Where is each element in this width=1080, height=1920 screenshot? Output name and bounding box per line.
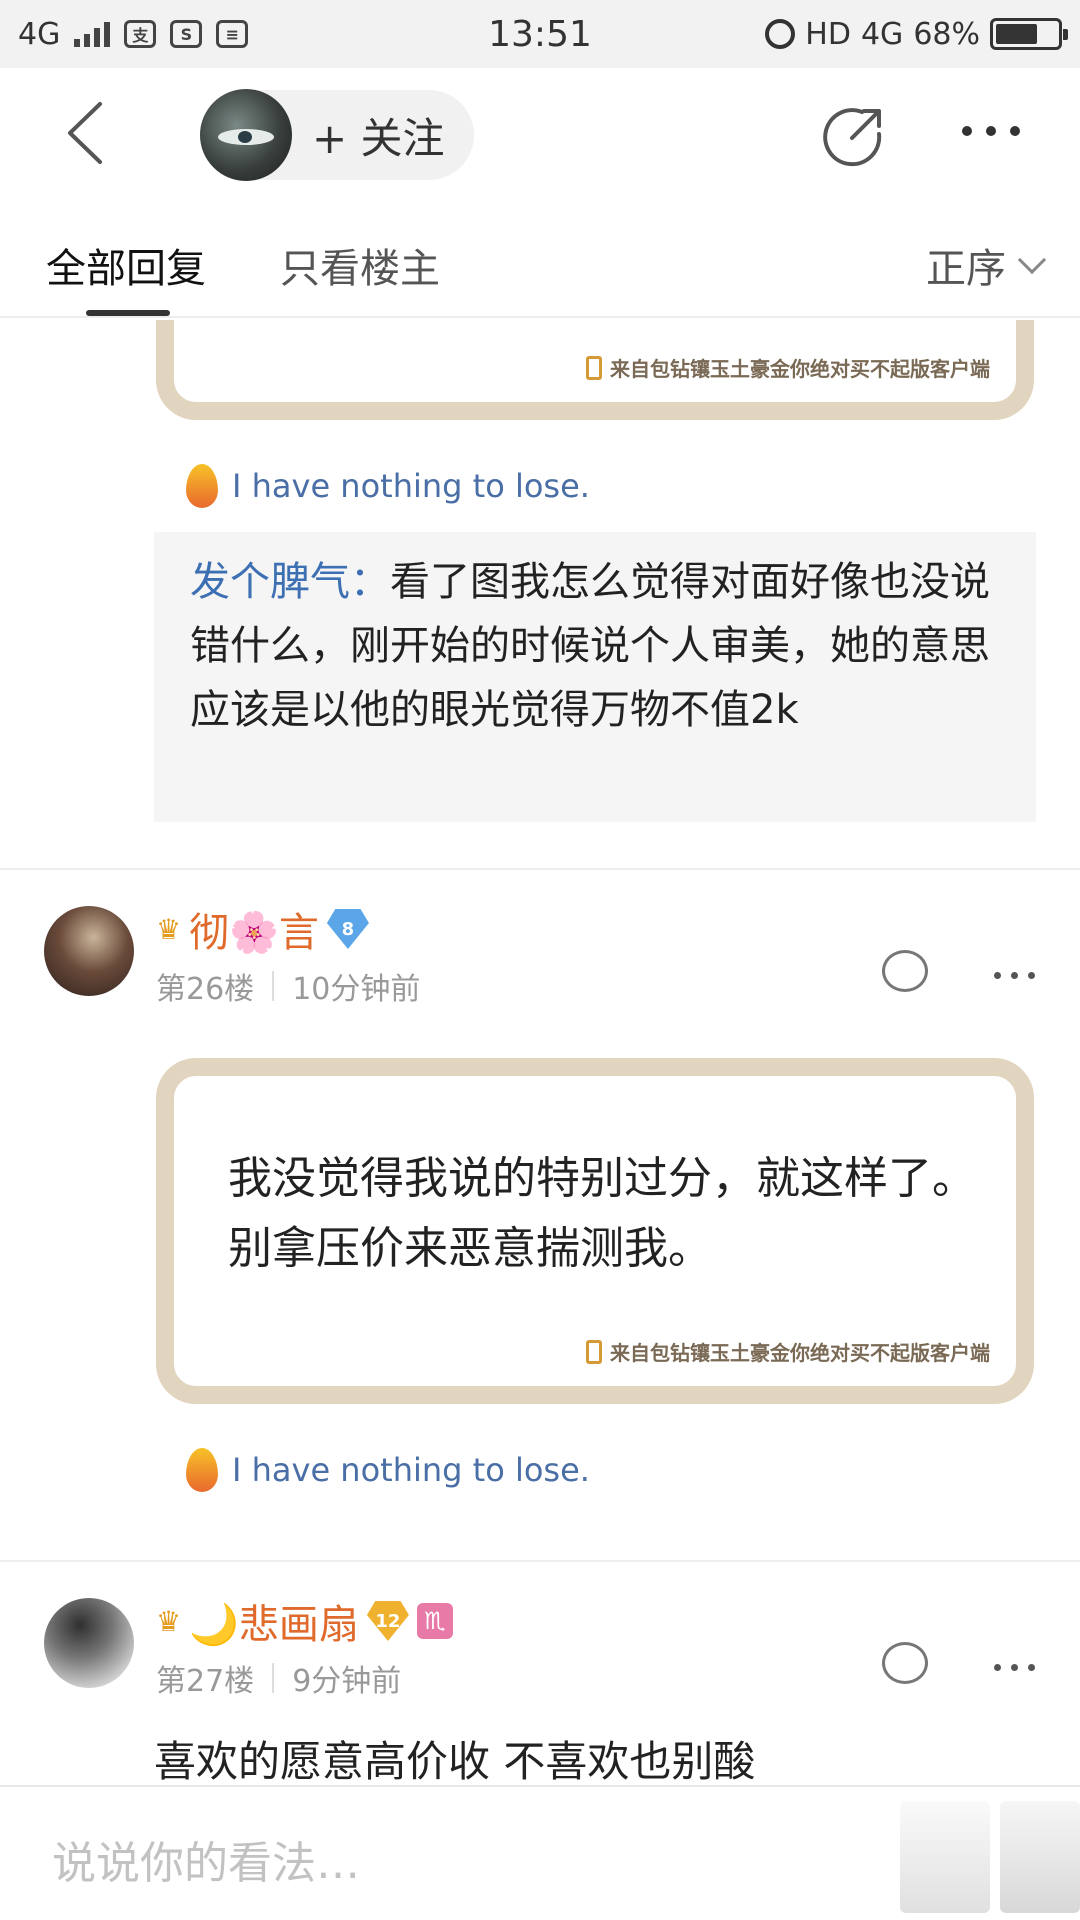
app-notification-icon: 支 (124, 20, 157, 48)
username[interactable]: 🌙悲画扇 (189, 1592, 359, 1650)
signature-text: I have nothing to lose. (232, 467, 590, 505)
divider (0, 868, 1080, 870)
share-icon[interactable] (822, 104, 886, 168)
post-time: 9分钟前 (292, 1664, 402, 1699)
reply-tabs: 全部回复 只看楼主 正序 (0, 200, 1080, 318)
meta-divider (272, 971, 275, 1001)
reply-list[interactable]: 来自包钻镶玉土豪金你绝对买不起版客户端 I have nothing to lo… (0, 320, 1080, 1785)
floor-number: 第26楼 (156, 972, 255, 1007)
hd-label: HD (805, 16, 851, 52)
back-arrow-icon[interactable] (56, 98, 126, 168)
post-more-icon[interactable] (994, 1664, 1035, 1671)
sync-icon: S (170, 20, 203, 48)
client-source: 来自包钻镶玉土豪金你绝对买不起版客户端 (586, 1337, 990, 1366)
sticker-icon[interactable] (900, 1801, 990, 1913)
username-row: ♛ 🌙悲画扇 12 ♏ (156, 1592, 453, 1650)
username-row: ♛ 彻🌸言 8 (156, 900, 369, 958)
tab-all-replies[interactable]: 全部回复 (46, 236, 206, 294)
comment-input[interactable]: 说说你的看法… (52, 1827, 360, 1891)
sticker-icon[interactable] (1000, 1801, 1080, 1913)
author-avatar[interactable] (200, 89, 292, 181)
crown-icon: ♛ (156, 912, 182, 946)
level-badge: 8 (326, 909, 369, 949)
post-text: 我没觉得我说的特别过分，就这样了。别拿压价来恶意揣测我。 (228, 1153, 976, 1274)
chevron-down-icon (1017, 245, 1047, 275)
status-right: HD 4G 68% (765, 16, 1068, 52)
author-follow-pill[interactable]: + 关注 (200, 89, 474, 181)
user-signature: I have nothing to lose. (186, 464, 590, 508)
zodiac-icon: ♏ (416, 1603, 453, 1639)
network-label: 4G (18, 16, 61, 52)
more-menu-icon[interactable] (962, 126, 1020, 136)
battery-fill (996, 24, 1037, 44)
battery-percent: 68% (913, 16, 980, 52)
flame-icon (186, 464, 218, 508)
crown-icon: ♛ (156, 1604, 182, 1638)
client-source: 来自包钻镶玉土豪金你绝对买不起版客户端 (586, 353, 990, 382)
sub-reply-author[interactable]: 发个脾气： (190, 559, 390, 605)
client-source-text: 来自包钻镶玉土豪金你绝对买不起版客户端 (610, 357, 990, 381)
reply-bubble: 来自包钻镶玉土豪金你绝对买不起版客户端 (156, 320, 1034, 420)
sub-reply-box[interactable]: 发个脾气：看了图我怎么觉得对面好像也没说错什么，刚开始的时候说个人审美，她的意思… (154, 532, 1036, 822)
active-tab-indicator (86, 310, 170, 316)
top-nav: + 关注 (0, 68, 1080, 200)
level-badge: 12 (366, 1601, 409, 1641)
avatar[interactable] (44, 1598, 134, 1688)
comment-input-bar: 说说你的看法… (0, 1785, 1080, 1920)
post-header: ♛ 🌙悲画扇 12 ♏ 第27楼 9分钟前 (0, 1592, 1080, 1712)
avatar[interactable] (44, 906, 134, 996)
reply-icon[interactable] (882, 1642, 928, 1684)
post-text: 喜欢的愿意高价收 不喜欢也别酸 (154, 1737, 756, 1785)
flame-icon (186, 1448, 218, 1492)
status-left: 4G 支 S ≡ (18, 16, 249, 52)
reply-icon[interactable] (882, 950, 928, 992)
floor-number: 第27楼 (156, 1664, 255, 1699)
sort-label: 正序 (926, 246, 1006, 292)
network-label-right: 4G (860, 16, 904, 52)
storage-icon: ≡ (216, 20, 249, 48)
client-source-text: 来自包钻镶玉土豪金你绝对买不起版客户端 (610, 1341, 990, 1365)
signature-text: I have nothing to lose. (232, 1451, 590, 1489)
battery-icon (990, 18, 1068, 50)
username[interactable]: 彻🌸言 (189, 900, 319, 958)
meta-divider (272, 1663, 275, 1693)
phone-icon (586, 355, 602, 380)
reply-bubble: 我没觉得我说的特别过分，就这样了。别拿压价来恶意揣测我。 来自包钻镶玉土豪金你绝… (156, 1058, 1034, 1404)
user-signature: I have nothing to lose. (186, 1448, 590, 1492)
sort-dropdown[interactable]: 正序 (926, 236, 1047, 294)
phone-icon (586, 1339, 602, 1364)
signal-icon (74, 21, 111, 47)
post-time: 10分钟前 (292, 972, 421, 1007)
post-header: ♛ 彻🌸言 8 第26楼 10分钟前 (0, 900, 1080, 1020)
divider (0, 1560, 1080, 1562)
post-more-icon[interactable] (994, 972, 1035, 979)
post-meta: 第26楼 10分钟前 (156, 964, 420, 1008)
alarm-icon (765, 19, 796, 49)
tab-host-only[interactable]: 只看楼主 (280, 236, 440, 294)
post-meta: 第27楼 9分钟前 (156, 1656, 401, 1700)
follow-button[interactable]: + 关注 (312, 105, 445, 166)
status-bar: 4G 支 S ≡ 13:51 HD 4G 68% (0, 0, 1080, 68)
